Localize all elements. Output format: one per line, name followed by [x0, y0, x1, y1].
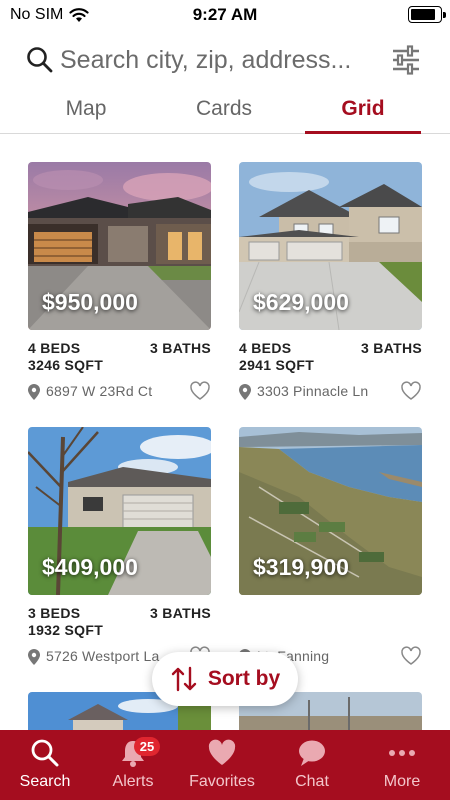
nav-label: Search [19, 773, 71, 790]
location-pin-icon [239, 384, 251, 400]
battery-icon [408, 6, 446, 23]
favorite-heart-icon[interactable] [400, 646, 422, 666]
listing-address-row: 3303 Pinnacle Ln [239, 381, 422, 402]
view-tabs: Map Cards Grid [0, 90, 450, 134]
nav-more[interactable]: More [357, 730, 447, 800]
listing-price: $319,900 [253, 554, 349, 580]
sort-button[interactable]: Sort by [152, 652, 298, 706]
nav-label: Alerts [112, 773, 154, 790]
listing-address-row: 6897 W 23Rd Ct [28, 381, 211, 402]
nav-alerts[interactable]: 25 Alerts [88, 730, 178, 800]
location-pin-icon [28, 384, 40, 400]
filter-sliders-icon[interactable] [390, 44, 422, 76]
listing-specs: 4 BEDS 3 BATHS 3246 SQFT [28, 340, 211, 374]
listing-photo[interactable]: $950,000 [28, 162, 211, 330]
nav-label: More [383, 773, 421, 790]
search-icon [27, 47, 53, 73]
battery-level [411, 9, 435, 20]
listing-card[interactable]: $409,000 3 BEDS 3 BATHS 1932 SQFT 5726 W… [28, 427, 211, 667]
heart-icon [208, 739, 236, 765]
active-tab-indicator [305, 131, 421, 134]
favorite-heart-icon[interactable] [189, 381, 211, 401]
favorite-heart-icon[interactable] [400, 381, 422, 401]
alerts-count-badge: 25 [134, 737, 160, 756]
sort-label: Sort by [207, 667, 281, 690]
listing-card[interactable]: $629,000 4 BEDS 3 BATHS 2941 SQFT 3303 P… [239, 162, 422, 402]
tab-cards[interactable]: Cards [166, 90, 282, 134]
listing-photo[interactable]: $409,000 [28, 427, 211, 595]
status-bar: No SIM 9:27 AM [0, 0, 450, 30]
more-dots-icon [389, 750, 415, 756]
listing-card[interactable]: $319,900 Lt. Fanning [239, 427, 422, 667]
listing-photo[interactable]: $629,000 [239, 162, 422, 330]
listing-address: 6897 W 23Rd Ct [46, 383, 153, 399]
listing-address: 5726 Westport La [46, 648, 160, 664]
listing-beds: 4 BEDS [239, 340, 292, 356]
tab-grid[interactable]: Grid [305, 90, 421, 134]
search-input[interactable] [60, 42, 380, 78]
listing-baths: 3 BATHS [361, 340, 422, 356]
nav-label: Favorites [189, 773, 255, 790]
status-clock: 9:27 AM [192, 5, 258, 24]
listing-sqft: 1932 SQFT [28, 622, 104, 638]
listing-address: 3303 Pinnacle Ln [257, 383, 369, 399]
location-pin-icon [28, 649, 40, 665]
nav-label: Chat [295, 773, 329, 790]
listing-photo[interactable]: $319,900 [239, 427, 422, 595]
listing-specs: 4 BEDS 3 BATHS 2941 SQFT [239, 340, 422, 374]
listing-baths: 3 BATHS [150, 340, 211, 356]
chat-bubble-icon [299, 740, 325, 766]
listing-baths: 3 BATHS [150, 605, 211, 621]
listing-sqft: 3246 SQFT [28, 357, 104, 373]
listing-specs: 3 BEDS 3 BATHS 1932 SQFT [28, 605, 211, 639]
search-bar [0, 40, 450, 82]
nav-chat[interactable]: Chat [267, 730, 357, 800]
listing-sqft: 2941 SQFT [239, 357, 315, 373]
bottom-navigation: Search 25 Alerts Favorites Chat More [0, 730, 450, 800]
listing-beds: 3 BEDS [28, 605, 81, 621]
search-icon [31, 739, 59, 767]
nav-favorites[interactable]: Favorites [177, 730, 267, 800]
listing-card[interactable]: $950,000 4 BEDS 3 BATHS 3246 SQFT 6897 W… [28, 162, 211, 402]
nav-search[interactable]: Search [0, 730, 90, 800]
listing-price: $629,000 [253, 289, 349, 315]
listing-price: $950,000 [42, 289, 138, 315]
listing-specs [239, 605, 422, 639]
sort-arrows-icon [171, 666, 197, 692]
listing-price: $409,000 [42, 554, 138, 580]
listing-beds: 4 BEDS [28, 340, 81, 356]
tab-map[interactable]: Map [28, 90, 144, 134]
